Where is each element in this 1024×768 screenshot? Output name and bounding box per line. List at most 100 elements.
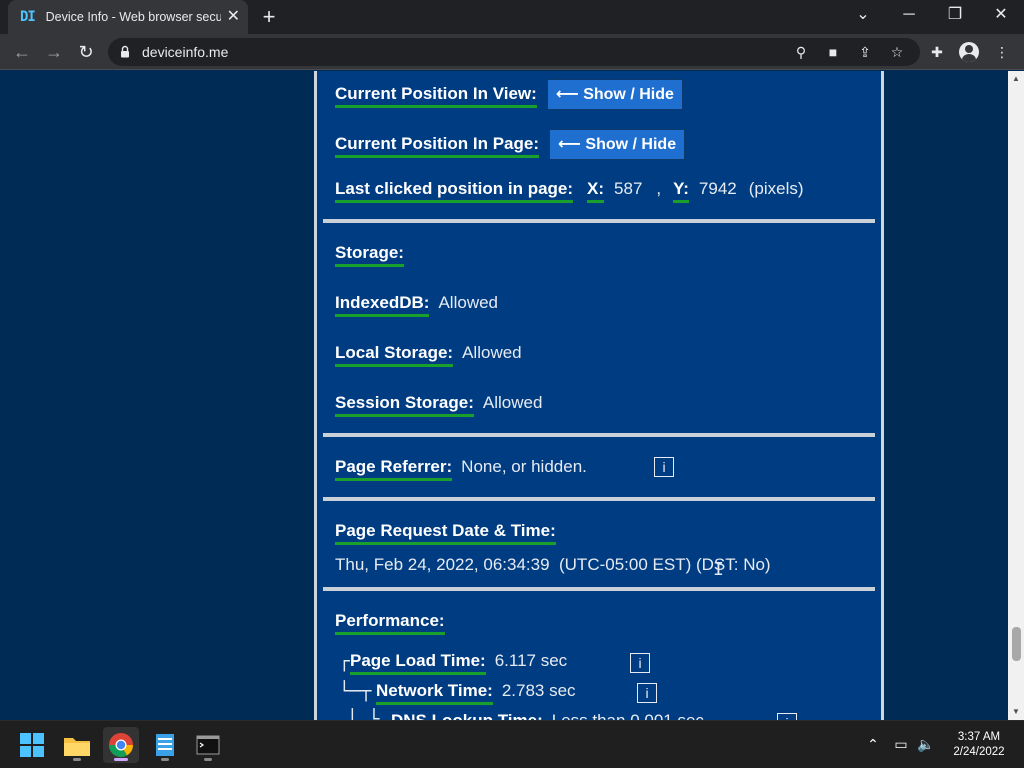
referrer-value: None, or hidden. xyxy=(461,457,587,476)
clock-time: 3:37 AM xyxy=(957,731,1001,743)
network-time-info-icon[interactable]: i xyxy=(637,683,657,703)
comma-separator: , xyxy=(656,179,662,198)
tree-connector-icon: ┌ xyxy=(339,651,350,672)
url-text: deviceinfo.me xyxy=(142,44,229,60)
extensions-icon[interactable]: ✚ xyxy=(927,43,947,61)
volume-icon[interactable]: 🔈 xyxy=(916,735,936,753)
tab-search-icon[interactable]: ⌄ xyxy=(849,4,877,26)
referrer-label: Page Referrer: xyxy=(335,457,453,481)
scroll-down-icon[interactable]: ▼ xyxy=(1008,704,1024,720)
bookmark-star-icon[interactable]: ☆ xyxy=(888,43,906,61)
referrer-info-icon[interactable]: i xyxy=(654,457,674,477)
dns-lookup-row: DNS Lookup Time: Less than 0.001 sec xyxy=(391,711,704,720)
notepad-button[interactable] xyxy=(147,727,183,763)
referrer-row: Page Referrer: None, or hidden. xyxy=(335,457,587,481)
network-icon[interactable]: ▭ xyxy=(891,735,911,753)
tree-connector-icon: └─┬ xyxy=(339,681,372,702)
running-indicator xyxy=(161,758,169,761)
file-explorer-button[interactable] xyxy=(59,727,95,763)
position-in-page-row: Current Position In Page: ⟵ Show / Hide xyxy=(335,129,686,160)
menu-icon[interactable]: ⋮ xyxy=(992,43,1012,61)
performance-heading: Performance: xyxy=(335,611,445,635)
indexeddb-value: Allowed xyxy=(438,293,499,312)
content-panel: Current Position In View: ⟵ Show / Hide … xyxy=(314,71,884,720)
tree-connector-icon: │ └ xyxy=(347,709,380,720)
x-label: X: xyxy=(587,179,605,203)
title-bar: DI Device Info - Web browser security ✕ … xyxy=(0,0,1024,34)
active-indicator xyxy=(114,758,128,761)
windows-taskbar: ⌃ ▭ 🔈 3:37 AM 2/24/2022 xyxy=(0,720,1024,768)
scroll-thumb[interactable] xyxy=(1012,627,1021,661)
close-window-button[interactable]: ✕ xyxy=(987,4,1015,26)
new-tab-button[interactable]: + xyxy=(258,6,280,28)
last-clicked-row: Last clicked position in page: X: 587 , … xyxy=(335,179,804,203)
dns-lookup-value: Less than 0.001 sec xyxy=(552,711,704,720)
tab-title: Device Info - Web browser security xyxy=(45,10,221,24)
local-storage-row: Local Storage: Allowed xyxy=(335,343,522,367)
section-divider xyxy=(323,587,875,591)
chrome-button[interactable] xyxy=(103,727,139,763)
dns-lookup-info-icon[interactable]: i xyxy=(777,713,797,720)
forward-button[interactable]: → xyxy=(42,40,66,64)
y-label: Y: xyxy=(673,179,689,203)
section-divider xyxy=(323,219,875,223)
restore-button[interactable]: ❐ xyxy=(941,4,969,26)
y-value: 7942 xyxy=(698,179,737,198)
profile-avatar-icon[interactable] xyxy=(959,42,979,62)
request-time-row: Thu, Feb 24, 2022, 06:34:39 (UTC-05:00 E… xyxy=(335,555,771,575)
page-load-info-icon[interactable]: i xyxy=(630,653,650,673)
request-time-heading-row: Page Request Date & Time: xyxy=(335,521,556,545)
x-value: 587 xyxy=(614,179,643,198)
local-storage-value: Allowed xyxy=(462,343,522,362)
lock-icon xyxy=(121,45,129,58)
indexeddb-label: IndexedDB: xyxy=(335,293,430,317)
minimize-button[interactable]: ─ xyxy=(895,4,923,26)
start-button[interactable] xyxy=(14,727,50,763)
performance-row: Performance: xyxy=(335,611,445,635)
request-time-value: Thu, Feb 24, 2022, 06:34:39 (UTC-05:00 E… xyxy=(335,555,771,574)
page-load-row: Page Load Time: 6.117 sec xyxy=(350,651,567,675)
show-hide-page-button[interactable]: ⟵ Show / Hide xyxy=(549,129,686,160)
system-clock[interactable]: 3:37 AM 2/24/2022 xyxy=(944,730,1014,760)
browser-toolbar: ← → ↻ deviceinfo.me ⚲ ■ ⇪ ☆ ✚ ⋮ xyxy=(0,34,1024,70)
storage-heading: Storage: xyxy=(335,243,404,267)
network-time-row: Network Time: 2.783 sec xyxy=(376,681,576,705)
share-icon[interactable]: ⇪ xyxy=(856,43,874,61)
session-storage-label: Session Storage: xyxy=(335,393,474,417)
page-load-label: Page Load Time: xyxy=(350,651,486,675)
reload-button[interactable]: ↻ xyxy=(74,40,98,64)
windows-logo-icon xyxy=(20,733,44,757)
scroll-up-icon[interactable]: ▲ xyxy=(1008,71,1024,87)
dns-lookup-label: DNS Lookup Time: xyxy=(391,711,543,720)
section-divider xyxy=(323,433,875,437)
page-scrollbar[interactable]: ▲ ▼ xyxy=(1008,71,1024,720)
address-bar[interactable]: deviceinfo.me ⚲ ■ ⇪ ☆ xyxy=(108,38,920,66)
indexeddb-row: IndexedDB: Allowed xyxy=(335,293,498,317)
back-button[interactable]: ← xyxy=(10,40,34,64)
position-in-view-label: Current Position In View: xyxy=(335,84,537,108)
session-storage-value: Allowed xyxy=(482,393,543,412)
browser-tab[interactable]: DI Device Info - Web browser security ✕ xyxy=(8,0,248,34)
local-storage-label: Local Storage: xyxy=(335,343,454,367)
clock-date: 2/24/2022 xyxy=(953,746,1005,758)
network-time-value: 2.783 sec xyxy=(501,681,576,700)
running-indicator xyxy=(204,758,212,761)
position-in-page-label: Current Position In Page: xyxy=(335,134,540,158)
running-indicator xyxy=(73,758,81,761)
network-time-label: Network Time: xyxy=(376,681,493,705)
session-storage-row: Session Storage: Allowed xyxy=(335,393,542,417)
section-divider xyxy=(323,497,875,501)
text-cursor-icon: I xyxy=(713,559,724,580)
page-viewport: Current Position In View: ⟵ Show / Hide … xyxy=(0,71,1008,720)
terminal-button[interactable] xyxy=(190,727,226,763)
camera-icon[interactable]: ■ xyxy=(824,43,842,61)
pixels-unit: (pixels) xyxy=(748,179,804,198)
location-icon[interactable]: ⚲ xyxy=(792,43,810,61)
request-time-label: Page Request Date & Time: xyxy=(335,521,556,545)
site-favicon-icon: DI xyxy=(20,9,36,25)
last-clicked-label: Last clicked position in page: xyxy=(335,179,574,203)
show-hidden-icons-icon[interactable]: ⌃ xyxy=(863,735,883,753)
tab-close-icon[interactable]: ✕ xyxy=(227,9,240,25)
show-hide-view-button[interactable]: ⟵ Show / Hide xyxy=(546,79,683,110)
page-load-value: 6.117 sec xyxy=(494,651,568,670)
